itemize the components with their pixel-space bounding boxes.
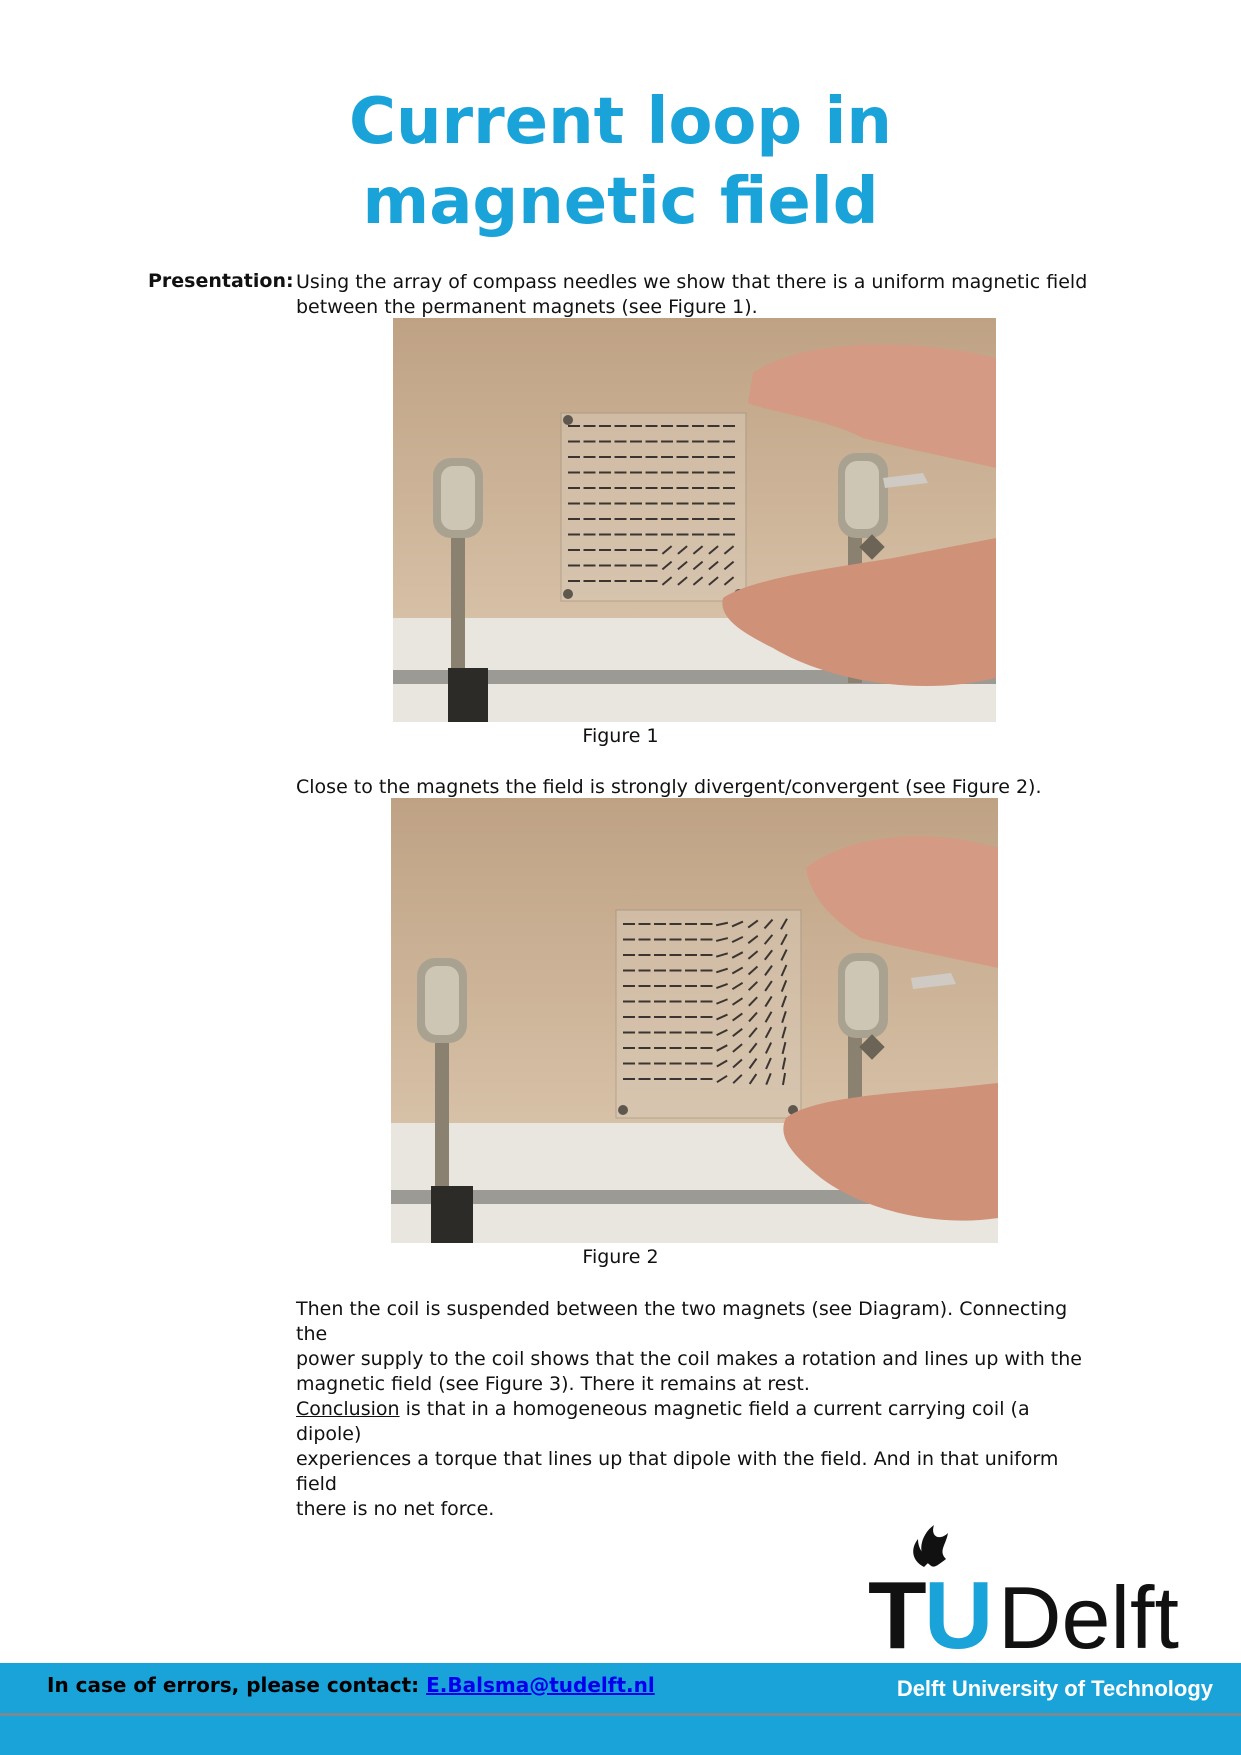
footer-contact-label: In case of errors, please contact: [47,1673,427,1697]
section-label: Presentation: [148,270,294,292]
tu-delft-logo: T U Delft [868,1515,1208,1669]
paragraph-coil-line-3: magnetic field (see Figure 3). There it … [296,1373,810,1395]
paragraph-conclusion-line-1: Conclusion is that in a homogeneous magn… [296,1397,1096,1447]
logo-letter-t: T [868,1562,927,1655]
page-title: Current loop in magnetic field [0,82,1241,242]
conclusion-word: Conclusion [296,1398,400,1420]
paragraph-coil: Then the coil is suspended between the t… [296,1297,1096,1522]
paragraph-conclusion-line-2: experiences a torque that lines up that … [296,1448,1059,1495]
title-line-1: Current loop in [349,85,892,159]
paragraph-intro-line-1: Using the array of compass needles we sh… [296,271,1088,293]
paragraph-intro: Using the array of compass needles we sh… [296,270,1096,320]
conclusion-rest: is that in a homogeneous magnetic field … [296,1398,1030,1445]
footer-contact-email-link[interactable]: E.Balsma@tudelft.nl [426,1673,655,1697]
paragraph-coil-line-2: power supply to the coil shows that the … [296,1348,1082,1370]
paragraph-coil-line-1: Then the coil is suspended between the t… [296,1298,1068,1345]
paragraph-intro-line-2: between the permanent magnets (see Figur… [296,296,758,318]
logo-letter-u: U [924,1562,993,1655]
figure-1-photo [393,318,996,722]
footer-university-name: Delft University of Technology [896,1676,1213,1701]
paragraph-divergent: Close to the magnets the field is strong… [296,776,1042,798]
logo-word-delft: Delft [998,1568,1179,1655]
figure-2-photo [391,798,998,1243]
figure-2-caption: Figure 2 [582,1246,659,1268]
footer-contact: In case of errors, please contact: E.Bal… [47,1673,655,1697]
title-line-2: magnetic field [362,165,879,239]
footer-divider [0,1713,1241,1716]
figure-1-caption: Figure 1 [582,725,659,747]
